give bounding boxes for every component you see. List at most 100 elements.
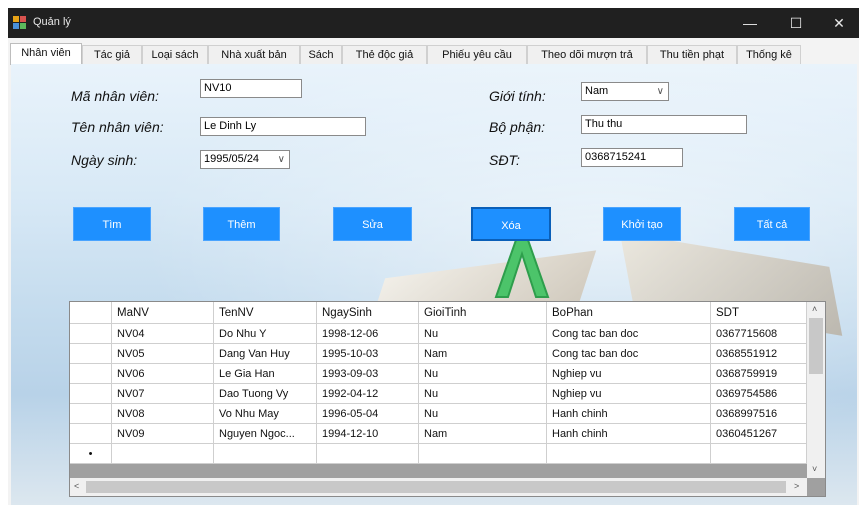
table-cell[interactable]: Dang Van Huy: [214, 344, 317, 364]
table-cell[interactable]: Le Gia Han: [214, 364, 317, 384]
table-cell[interactable]: [547, 444, 711, 464]
column-header[interactable]: GioiTinh: [419, 302, 547, 324]
table-cell[interactable]: Cong tac ban doc: [547, 344, 711, 364]
row-header[interactable]: [70, 404, 112, 424]
scroll-down-icon[interactable]: ˅: [812, 464, 817, 474]
column-header[interactable]: SDT: [711, 302, 807, 324]
tab-loai-sach[interactable]: Loại sách: [142, 45, 208, 64]
row-header[interactable]: [70, 424, 112, 444]
title-bar[interactable]: Quản lý — ☐ ✕: [8, 8, 859, 38]
table-row[interactable]: NV09 Nguyen Ngoc... 1994-12-10 Nam Hanh …: [70, 424, 807, 444]
table-cell[interactable]: 0368759919: [711, 364, 807, 384]
table-cell[interactable]: Vo Nhu May: [214, 404, 317, 424]
column-header[interactable]: BoPhan: [547, 302, 711, 324]
tab-tac-gia[interactable]: Tác giả: [82, 45, 142, 64]
tab-thong-ke[interactable]: Thống kê: [737, 45, 801, 64]
window-title: Quản lý: [33, 16, 71, 28]
table-row[interactable]: NV06 Le Gia Han 1993-09-03 Nu Nghiep vu …: [70, 364, 807, 384]
horizontal-scrollbar[interactable]: < >: [70, 478, 807, 496]
table-cell[interactable]: Hanh chinh: [547, 404, 711, 424]
table-cell[interactable]: Nam: [419, 344, 547, 364]
manv-input[interactable]: NV10: [200, 79, 302, 98]
table-cell[interactable]: 0369754586: [711, 384, 807, 404]
table-cell[interactable]: [112, 444, 214, 464]
table-row[interactable]: NV08 Vo Nhu May 1996-05-04 Nu Hanh chinh…: [70, 404, 807, 424]
horizontal-scroll-thumb[interactable]: [86, 481, 786, 493]
tab-nha-xuat-ban[interactable]: Nhà xuất bản: [208, 45, 300, 64]
row-header[interactable]: [70, 364, 112, 384]
chevron-down-icon[interactable]: ∨: [657, 83, 664, 100]
row-header[interactable]: [70, 344, 112, 364]
tab-theo-doi-muon-tra[interactable]: Theo dõi mượn trả: [527, 45, 647, 64]
table-cell[interactable]: 1992-04-12: [317, 384, 419, 404]
table-cell[interactable]: 1998-12-06: [317, 324, 419, 344]
table-cell[interactable]: 0367715608: [711, 324, 807, 344]
search-button[interactable]: Tìm: [73, 207, 151, 241]
table-row[interactable]: NV04 Do Nhu Y 1998-12-06 Nu Cong tac ban…: [70, 324, 807, 344]
table-cell[interactable]: NV09: [112, 424, 214, 444]
table-cell[interactable]: Nam: [419, 424, 547, 444]
employee-grid[interactable]: MaNV TenNV NgaySinh GioiTinh BoPhan SDT …: [69, 301, 826, 497]
chevron-down-icon[interactable]: ∨: [278, 151, 285, 168]
table-cell[interactable]: Nu: [419, 364, 547, 384]
row-header[interactable]: [70, 324, 112, 344]
scroll-right-icon[interactable]: >: [794, 481, 799, 491]
table-cell[interactable]: 1994-12-10: [317, 424, 419, 444]
tab-phieu-yeu-cau[interactable]: Phiếu yêu cầu: [427, 45, 527, 64]
tab-the-doc-gia[interactable]: Thẻ độc giả: [342, 45, 427, 64]
tab-thu-tien-phat[interactable]: Thu tiền phạt: [647, 45, 737, 64]
table-row[interactable]: NV05 Dang Van Huy 1995-10-03 Nam Cong ta…: [70, 344, 807, 364]
column-header[interactable]: TenNV: [214, 302, 317, 324]
delete-button[interactable]: Xóa: [471, 207, 551, 241]
new-table-row[interactable]: •: [70, 444, 807, 464]
table-cell[interactable]: NV07: [112, 384, 214, 404]
minimize-button[interactable]: —: [728, 8, 772, 38]
ngaysinh-datepicker[interactable]: 1995/05/24 ∨: [200, 150, 290, 169]
close-button[interactable]: ✕: [817, 8, 859, 38]
table-cell[interactable]: Nghiep vu: [547, 364, 711, 384]
table-cell[interactable]: 1993-09-03: [317, 364, 419, 384]
table-cell[interactable]: Do Nhu Y: [214, 324, 317, 344]
maximize-button[interactable]: ☐: [774, 8, 818, 38]
table-cell[interactable]: 1995-10-03: [317, 344, 419, 364]
table-cell[interactable]: [711, 444, 807, 464]
table-cell[interactable]: NV06: [112, 364, 214, 384]
column-header[interactable]: NgaySinh: [317, 302, 419, 324]
table-cell[interactable]: Cong tac ban doc: [547, 324, 711, 344]
row-header[interactable]: [70, 384, 112, 404]
table-cell[interactable]: Nghiep vu: [547, 384, 711, 404]
add-button[interactable]: Thêm: [203, 207, 280, 241]
tennv-input[interactable]: Le Dinh Ly: [200, 117, 366, 136]
table-cell[interactable]: 0368997516: [711, 404, 807, 424]
scroll-left-icon[interactable]: <: [74, 481, 79, 491]
vertical-scrollbar[interactable]: ˄ ˅: [807, 302, 825, 478]
table-cell[interactable]: Dao Tuong Vy: [214, 384, 317, 404]
table-cell[interactable]: NV04: [112, 324, 214, 344]
table-cell[interactable]: Nu: [419, 404, 547, 424]
scroll-up-icon[interactable]: ˄: [812, 304, 817, 314]
table-cell[interactable]: Nu: [419, 324, 547, 344]
table-cell[interactable]: 0368551912: [711, 344, 807, 364]
table-cell[interactable]: Nu: [419, 384, 547, 404]
tab-nhan-vien[interactable]: Nhân viên: [10, 43, 82, 65]
reset-button[interactable]: Khởi tạo: [603, 207, 681, 241]
show-all-button[interactable]: Tất cả: [734, 207, 810, 241]
table-cell[interactable]: 1996-05-04: [317, 404, 419, 424]
table-cell[interactable]: [214, 444, 317, 464]
bophan-input[interactable]: Thu thu: [581, 115, 747, 134]
table-cell[interactable]: Hanh chinh: [547, 424, 711, 444]
manv-label: Mã nhân viên:: [71, 88, 159, 104]
table-cell[interactable]: [317, 444, 419, 464]
table-row[interactable]: NV07 Dao Tuong Vy 1992-04-12 Nu Nghiep v…: [70, 384, 807, 404]
column-header[interactable]: MaNV: [112, 302, 214, 324]
sdt-input[interactable]: 0368715241: [581, 148, 683, 167]
gioitinh-select[interactable]: Nam ∨: [581, 82, 669, 101]
vertical-scroll-thumb[interactable]: [809, 318, 823, 374]
edit-button[interactable]: Sửa: [333, 207, 412, 241]
table-cell[interactable]: Nguyen Ngoc...: [214, 424, 317, 444]
table-cell[interactable]: NV05: [112, 344, 214, 364]
tab-sach[interactable]: Sách: [300, 45, 342, 64]
table-cell[interactable]: 0360451267: [711, 424, 807, 444]
table-cell[interactable]: NV08: [112, 404, 214, 424]
table-cell[interactable]: [419, 444, 547, 464]
